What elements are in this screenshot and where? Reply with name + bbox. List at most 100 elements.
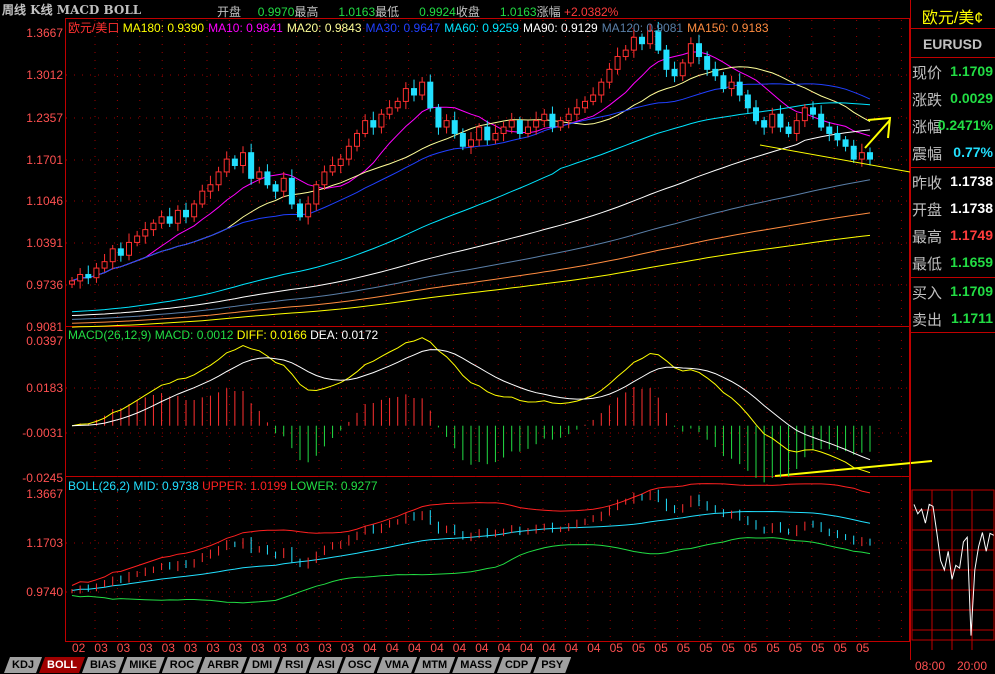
panel-divider: [910, 57, 995, 58]
candle-body: [630, 36, 637, 51]
ma10-line: [71, 51, 871, 282]
candle-body: [468, 139, 474, 147]
boll-lower: LOWER: 0.9277: [290, 479, 378, 493]
candle-body: [712, 68, 719, 77]
x-axis-label: 04: [475, 641, 489, 655]
candle-body: [459, 132, 466, 147]
candle-body: [769, 113, 776, 128]
candle-body: [223, 158, 230, 173]
quote-value: 0.2471%: [937, 117, 993, 133]
main-legend: 欧元/美口 MA180: 0.9390 MA10: 0.9841 MA20: 0.9…: [68, 19, 773, 36]
tab-mike[interactable]: MIKE: [121, 657, 165, 673]
x-axis-label: 05: [676, 641, 691, 655]
candle-body: [313, 184, 320, 205]
ma180-line: [71, 234, 871, 328]
quote-label: 最高: [912, 229, 943, 246]
candle-body: [533, 120, 540, 128]
x-axis-label: 05: [766, 641, 780, 655]
quote-value: 1.1709: [950, 283, 993, 299]
intraday-time-0800: 08:00: [915, 659, 946, 673]
x-axis-label: 05: [699, 641, 713, 655]
arrow-head: [867, 116, 892, 139]
x-axis-label: 05: [721, 641, 735, 655]
candle-body: [720, 75, 727, 90]
candle-body: [142, 229, 149, 237]
candle-body: [150, 222, 157, 231]
tab-kdj[interactable]: KDJ: [4, 657, 42, 673]
ma-legend-item: MA120: 0.9081: [601, 21, 684, 35]
tab-mtm[interactable]: MTM: [414, 657, 455, 673]
tab-bias[interactable]: BIAS: [82, 657, 124, 673]
quote-label: 卖出: [912, 312, 943, 329]
ma-legend-item: MA60: 0.9259: [444, 21, 519, 35]
candle-body: [126, 241, 132, 256]
candle-body: [614, 56, 621, 70]
x-axis-label: 03: [139, 641, 153, 655]
candle-body: [231, 158, 238, 167]
candle-body: [606, 68, 613, 83]
boll-mid: MID: 0.9738: [133, 479, 199, 493]
tab-vma[interactable]: VMA: [377, 657, 417, 673]
candle-body: [525, 126, 531, 134]
y-axis-label: 0.0183: [26, 381, 63, 395]
tab-dmi[interactable]: DMI: [244, 657, 280, 673]
candle-body: [378, 113, 385, 128]
quote-row: 震幅 0.77%: [912, 143, 995, 164]
tab-arbr[interactable]: ARBR: [199, 657, 247, 673]
quote-row: 最低 1.1659: [912, 253, 995, 274]
candle-body: [93, 267, 100, 279]
candle-body: [858, 152, 865, 160]
quote-value: 1.1709: [950, 63, 993, 79]
trendline: [774, 460, 933, 477]
x-axis-label: 04: [385, 641, 399, 655]
x-axis-label: 05: [654, 641, 668, 655]
x-axis-label: 03: [116, 641, 131, 655]
y-axis-label: 1.1703: [26, 536, 63, 550]
candle-body: [77, 273, 84, 282]
tab-roc[interactable]: ROC: [162, 657, 202, 673]
ma150-line: [71, 212, 871, 324]
x-axis-label: 03: [251, 641, 265, 655]
candle-body: [476, 126, 483, 141]
macd-name: MACD(26,12,9): [68, 328, 152, 342]
tab-mass[interactable]: MASS: [452, 657, 500, 673]
candle-body: [329, 165, 336, 173]
candle-body: [696, 43, 702, 58]
candle-body: [565, 113, 572, 122]
candle-body: [818, 113, 825, 128]
x-axis-label: 03: [206, 641, 220, 655]
candle-body: [117, 248, 124, 256]
y-axis-label: 1.0391: [26, 236, 63, 250]
ma-legend-item: MA10: 0.9841: [208, 21, 283, 35]
candle-body: [736, 81, 743, 96]
tab-rsi[interactable]: RSI: [277, 657, 311, 673]
trendline: [759, 144, 911, 173]
panel-divider: [910, 277, 995, 278]
y-axis-label: 1.3667: [26, 26, 63, 40]
candle-body: [492, 132, 499, 141]
x-axis-label: 02: [72, 641, 86, 655]
tab-osc[interactable]: OSC: [340, 657, 380, 673]
tab-asi[interactable]: ASI: [309, 657, 343, 673]
tab-boll[interactable]: BOLL: [39, 657, 85, 673]
diff-value: DIFF: 0.0166: [236, 328, 307, 342]
candle-body: [761, 120, 768, 128]
candle-body: [598, 81, 605, 96]
quote-label: 开盘: [912, 202, 943, 219]
panel-instrument-name: 欧元/美¢: [921, 10, 984, 27]
y-axis-label: 0.9740: [26, 585, 63, 599]
x-axis-label: 03: [94, 641, 108, 655]
candle-body: [728, 81, 735, 90]
candle-body: [590, 94, 597, 102]
x-axis-label: 03: [318, 641, 332, 655]
x-axis-label: 05: [609, 641, 623, 655]
quote-value: 1.1749: [950, 227, 993, 243]
candle-body: [199, 190, 206, 205]
quote-row: 现价 1.1709: [912, 62, 995, 83]
quote-row: 昨收 1.1738: [912, 172, 995, 193]
x-axis-label: 05: [744, 641, 758, 655]
candle-body: [850, 145, 857, 160]
ma-legend-item: MA150: 0.9183: [687, 21, 769, 35]
tab-psy[interactable]: PSY: [533, 657, 571, 673]
tab-cdp[interactable]: CDP: [497, 657, 536, 673]
